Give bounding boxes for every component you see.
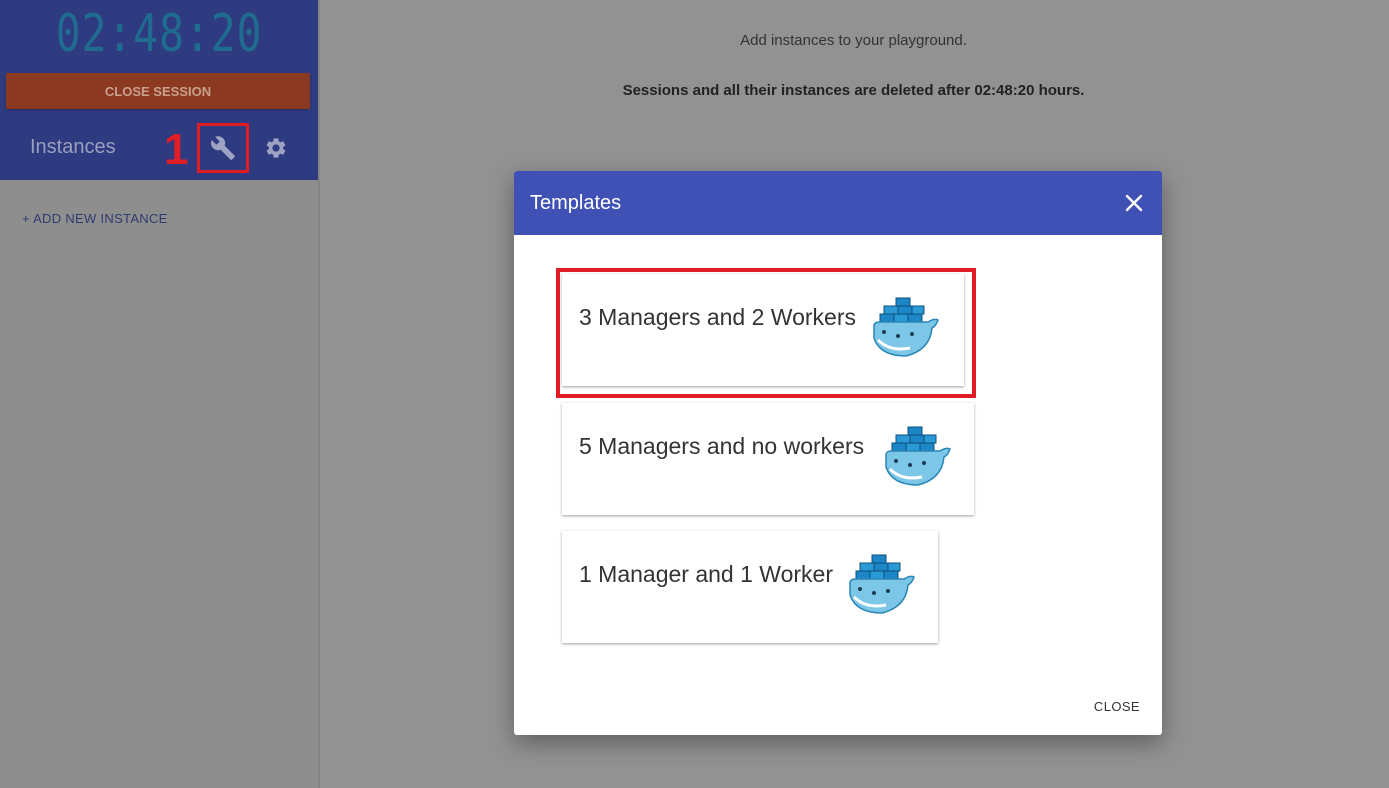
template-label: 1 Manager and 1 Worker: [579, 561, 833, 587]
template-highlight-box: [556, 268, 976, 398]
template-card[interactable]: 5 Managers and no workers: [562, 403, 974, 515]
dialog-header: Templates: [514, 171, 1162, 235]
gear-icon: [266, 138, 286, 158]
session-timer: 02:48:20: [55, 4, 263, 64]
sidebar: 02:48:20 CLOSE SESSION Instances 1 + ADD…: [0, 0, 320, 788]
sidebar-header: 02:48:20 CLOSE SESSION Instances 1: [0, 0, 318, 180]
playground-hint: Add instances to your playground.: [740, 32, 967, 49]
dialog-close-text-button[interactable]: CLOSE: [1094, 699, 1140, 714]
docker-swarm-whale-icon: [885, 426, 951, 486]
dialog-title: Templates: [530, 192, 622, 214]
wrench-icon: [211, 136, 235, 160]
session-expiry-notice: Sessions and all their instances are del…: [622, 82, 1085, 99]
template-card[interactable]: 1 Manager and 1 Worker: [562, 531, 938, 643]
add-new-instance-button[interactable]: + ADD NEW INSTANCE: [22, 211, 168, 226]
close-icon: [1125, 194, 1143, 212]
instances-heading: Instances: [30, 136, 116, 158]
dialog-close-button[interactable]: [1120, 189, 1148, 217]
templates-dialog: Templates 3 Managers and 2 Workers 5 Man…: [514, 171, 1162, 735]
docker-swarm-whale-icon: [849, 554, 915, 614]
template-label: 5 Managers and no workers: [579, 433, 865, 459]
settings-button[interactable]: [262, 134, 290, 162]
close-session-button[interactable]: CLOSE SESSION: [6, 73, 310, 109]
annotation-marker: 1: [164, 125, 189, 174]
templates-button[interactable]: [197, 123, 249, 173]
